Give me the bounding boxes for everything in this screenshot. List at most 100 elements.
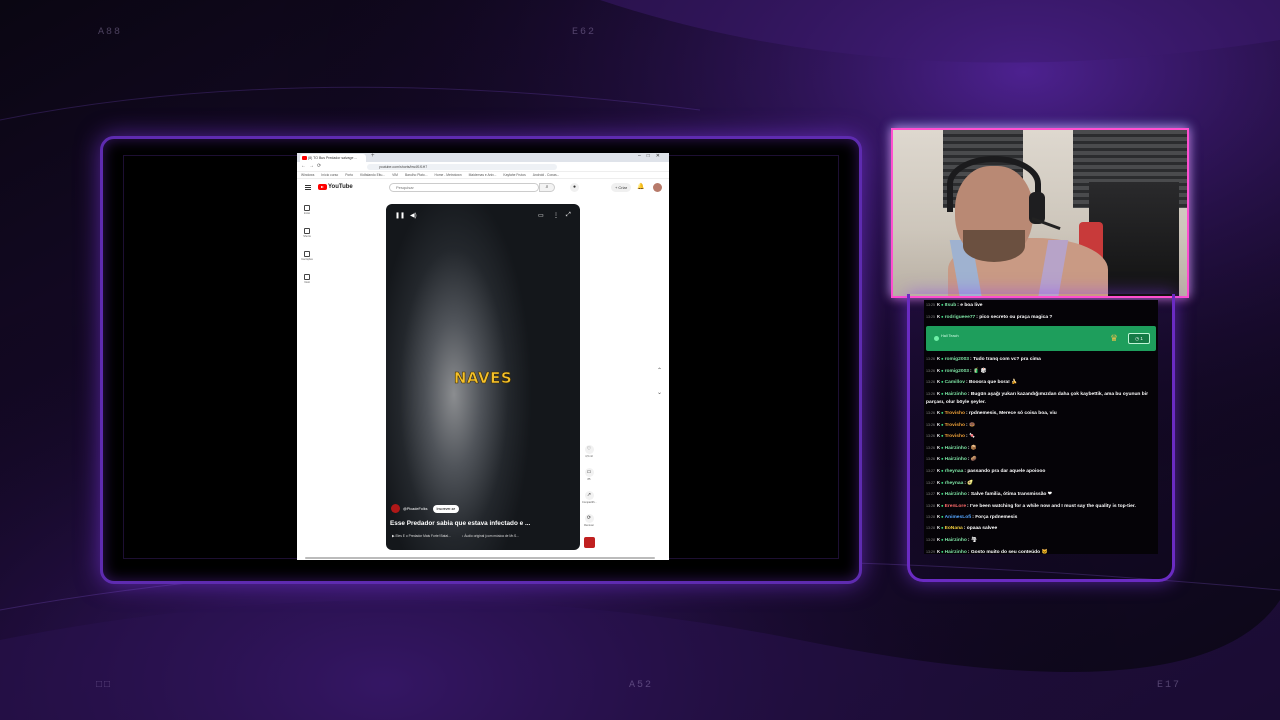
chat-username[interactable]: ErenLore (945, 504, 966, 509)
bookmark-item[interactable]: Kayfahe Frutos (503, 173, 525, 177)
search-input[interactable]: Pesquisar (389, 183, 539, 192)
chat-username[interactable]: Itsub (945, 303, 957, 308)
chat-username[interactable]: Hairzinho (945, 538, 967, 543)
chat-username[interactable]: AnimesLofi (945, 515, 972, 520)
horizontal-scrollbar[interactable] (305, 557, 655, 559)
counter-value: 1 (1140, 336, 1143, 342)
chat-username[interactable]: Trovisho (945, 423, 965, 428)
fullscreen-icon[interactable]: ⤢ (566, 212, 571, 219)
browser-tab[interactable]: (8) TO Bus Predador salvage ... (300, 154, 366, 162)
chat-text: : 🌪 (967, 537, 978, 543)
related-video-link[interactable]: ▶ Eles E o Predador Mais Forte! Batal... (392, 534, 451, 538)
bookmark-item[interactable]: Início curso (321, 173, 338, 177)
sidebar-item-shorts[interactable]: Shorts (299, 228, 315, 251)
chat-message: 13:26 K●Trovisho: 🍬 (926, 431, 1156, 443)
microphone-icon[interactable]: ● (570, 183, 579, 192)
sound-thumbnail[interactable] (583, 537, 595, 548)
bookmark-item[interactable]: Porto (345, 173, 353, 177)
volume-icon[interactable]: ◀) (410, 212, 417, 219)
hamburger-menu-icon[interactable] (305, 185, 311, 190)
chat-username[interactable]: romig2003 (945, 369, 969, 374)
badge-icon: ● (941, 390, 944, 396)
chat-username[interactable]: Camillov (945, 380, 965, 385)
bookmark-item[interactable]: Maidernas e Aniv... (469, 173, 497, 177)
chat-username[interactable]: EoNana (945, 526, 963, 531)
channel-name[interactable]: @PicadeFolks (403, 507, 428, 511)
bookmark-item[interactable]: Android - Conas... (533, 173, 560, 177)
chat-timestamp: 13:26 (926, 457, 935, 462)
remix-icon: ⟳ (584, 514, 594, 523)
create-button[interactable]: + Criar (611, 183, 631, 192)
corner-code-top-center: E62 (572, 27, 597, 38)
chat-username[interactable]: rheynaa (945, 469, 964, 474)
chat-username[interactable]: Hairzinho (945, 392, 967, 397)
chat-message: 13:27 K●Hairzinho: Salve familia, ótima t… (926, 489, 1156, 501)
chat-username[interactable]: rodrigueee77 (945, 315, 976, 320)
search-icon[interactable]: ⌕ (539, 183, 555, 192)
badge-icon: ● (941, 456, 944, 462)
avatar[interactable] (653, 183, 662, 192)
browser-window: (8) TO Bus Predador salvage ... + –□✕ ←→… (297, 153, 669, 560)
shorts-player[interactable]: ❚❚ ◀) ▭ ⋮ ⤢ NAVES @PicadeFolks Inscrever… (386, 204, 580, 550)
new-tab-icon[interactable]: + (371, 153, 375, 159)
share-icon: ↗ (584, 491, 594, 500)
subscribe-button[interactable]: Inscrever-se (432, 504, 460, 513)
chat-panel: 13:25 K●Itsub: e boa live 13:25 K●rodriguee… (924, 300, 1158, 554)
bookmarks-bar: Windows Início curso Porto Kidfalando Eitu.… (297, 172, 669, 179)
pause-icon[interactable]: ❚❚ (395, 212, 405, 219)
chat-username[interactable]: Trovisho (945, 411, 965, 416)
badge-icon: K (937, 467, 941, 473)
corner-code-bottom-left: □□ (96, 680, 113, 691)
sidebar-item-inicio[interactable]: Início (299, 205, 315, 228)
badge-icon: K (937, 479, 941, 485)
like-button[interactable]: ♡ 4,5 mil (582, 445, 596, 468)
sidebar-item-voce[interactable]: Você (299, 274, 315, 297)
chat-text: : pico secreto ou praça magica ? (976, 314, 1053, 320)
chat-timestamp: 13:28 (926, 537, 935, 542)
sidebar-item-inscricoes[interactable]: Inscrições (299, 251, 315, 274)
chat-username[interactable]: Trovisho (945, 434, 965, 439)
chat-timestamp: 13:25 (926, 314, 935, 319)
badge-icon: ● (941, 536, 944, 542)
chat-username[interactable]: Hairzinho (945, 457, 967, 462)
notifications-bell-icon[interactable]: 🔔 (637, 183, 644, 190)
chat-text: : 📦 (967, 445, 977, 451)
audio-link[interactable]: ♪ Áudio original (com música de Mr.S... (462, 534, 519, 538)
channel-row: @PicadeFolks Inscrever-se (391, 504, 460, 513)
trophy-icon: ♛ (1110, 333, 1119, 344)
captions-icon[interactable]: ▭ (538, 212, 544, 219)
video-title[interactable]: Esse Predador sabia que estava infectado… (390, 520, 530, 527)
chat-timestamp: 13:26 (926, 380, 935, 385)
chat-username[interactable]: rheynaa (945, 481, 964, 486)
channel-avatar[interactable] (391, 504, 400, 513)
chat-text: : rpdnemesis, Merece só coisa boa, viu (965, 410, 1057, 416)
url-field[interactable]: youtube.com/shorts/bw4f1f1H7 (367, 164, 557, 170)
bookmark-item[interactable]: Windows (301, 173, 314, 177)
bookmark-item[interactable]: VIM (392, 173, 398, 177)
next-short-icon[interactable]: ⌄ (657, 389, 662, 396)
share-button[interactable]: ↗ Compartilh... (582, 491, 597, 514)
chat-username[interactable]: Hairzinho (945, 446, 967, 451)
chat-message: 13:26 K●romig2003: Tudo tranq com vc? pra… (926, 354, 1156, 366)
badge-icon: ● (941, 502, 944, 508)
window-controls-icon[interactable]: –□✕ (638, 153, 666, 159)
nav-arrows-icon[interactable]: ←→⟳ (301, 163, 324, 169)
chat-timestamp: 13:27 (926, 492, 935, 497)
badge-icon: ● (941, 313, 944, 319)
remix-button[interactable]: ⟳ Remixar (582, 514, 596, 537)
chat-timestamp: 13:27 (926, 468, 935, 473)
badge-icon: ● (941, 513, 944, 519)
notice-counter[interactable]: ◷ 1 (1128, 333, 1150, 345)
youtube-logo[interactable]: YouTube (318, 184, 353, 190)
chat-username[interactable]: romig2003 (945, 357, 969, 362)
bookmark-item[interactable]: Barulho Plato... (405, 173, 428, 177)
sidebar-item-label: Você (304, 281, 310, 284)
bookmark-item[interactable]: Kidfalando Eitu... (360, 173, 385, 177)
comment-button[interactable]: ▭ 85 (582, 468, 596, 491)
chat-text: : Tudo tranq com vc? pra cima (970, 357, 1041, 363)
chat-username[interactable]: Hairzinho (945, 550, 967, 555)
more-options-icon[interactable]: ⋮ (553, 212, 559, 219)
bookmark-item[interactable]: Home - Metrotown (434, 173, 461, 177)
chat-username[interactable]: Hairzinho (945, 492, 967, 497)
previous-short-icon[interactable]: ⌃ (657, 367, 662, 374)
